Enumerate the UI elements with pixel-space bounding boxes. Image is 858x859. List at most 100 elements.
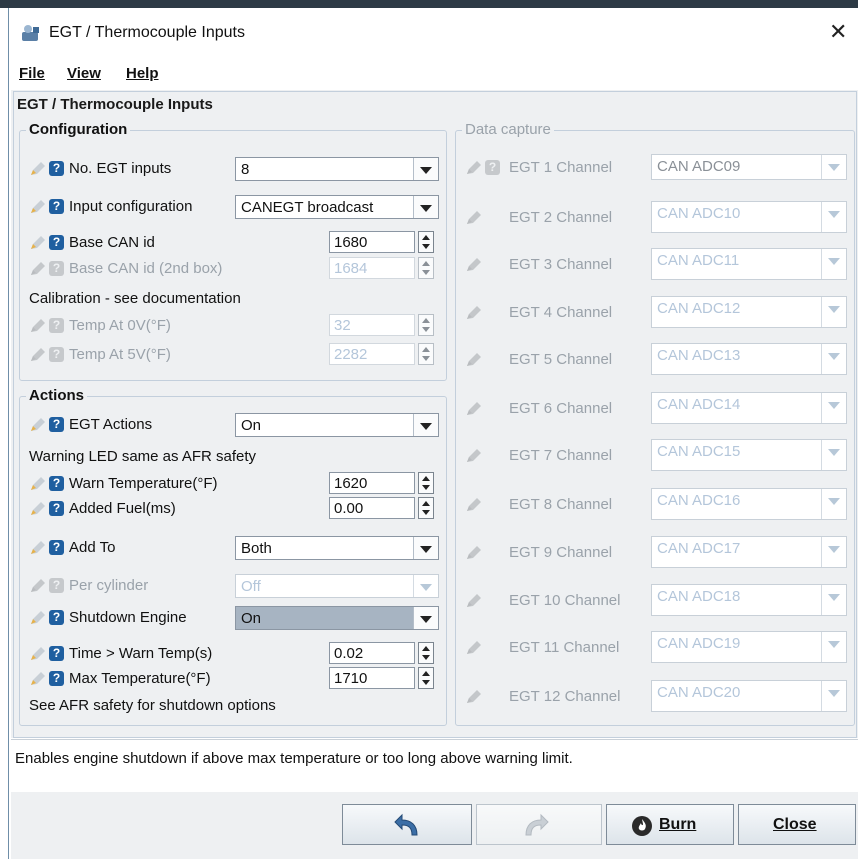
chevron-down-icon [821, 632, 846, 662]
egt-channel-label: EGT 4 Channel [509, 304, 613, 321]
pencil-icon[interactable] [29, 610, 46, 626]
help-icon[interactable]: ? [49, 671, 64, 686]
no-egt-inputs-value: 8 [241, 161, 250, 178]
egt-channel-select: CAN ADC14 [651, 392, 847, 424]
spinner-icon[interactable] [418, 472, 434, 494]
pencil-icon [467, 353, 481, 366]
actions-title: Actions [26, 387, 88, 404]
egt-channel-row: EGT 5 Channel CAN ADC13 [465, 343, 847, 375]
spinner-icon [418, 257, 434, 279]
help-icon[interactable]: ? [49, 199, 64, 214]
egt-channel-label: EGT 6 Channel [509, 400, 613, 417]
help-icon[interactable]: ? [49, 161, 64, 176]
chevron-down-icon [821, 440, 846, 470]
chevron-down-icon[interactable] [413, 537, 438, 559]
menu-file[interactable]: File [19, 65, 45, 82]
menu-view[interactable]: View [67, 65, 101, 82]
spinner-icon[interactable] [418, 642, 434, 664]
burn-label: Burn [659, 816, 697, 833]
per-cylinder-label: Per cylinder [69, 577, 149, 594]
close-button[interactable]: Close [738, 804, 856, 845]
help-icon[interactable]: ? [49, 417, 64, 432]
undo-icon [394, 813, 418, 836]
help-icon[interactable]: ? [49, 235, 64, 250]
base-can-id-2-field: 1684 [329, 257, 434, 279]
max-temperature-field[interactable]: 1710 [329, 667, 434, 689]
pencil-icon[interactable] [29, 417, 46, 433]
burn-button[interactable]: Burn [606, 804, 734, 845]
temp-5v-value: 2282 [334, 346, 368, 363]
pencil-icon [467, 211, 481, 224]
egt-channel-value: CAN ADC17 [657, 540, 741, 557]
pencil-icon [31, 348, 45, 361]
egt-channel-label: EGT 9 Channel [509, 544, 613, 561]
help-icon: ? [49, 261, 64, 276]
pencil-icon [467, 594, 481, 607]
warn-temperature-value: 1620 [334, 475, 368, 492]
pencil-icon[interactable] [29, 540, 46, 556]
close-window-icon[interactable]: ✕ [829, 19, 847, 45]
time-warn-temp-label: Time > Warn Temp(s) [69, 645, 213, 662]
pencil-icon [467, 402, 481, 415]
egt-channel-label: EGT 11 Channel [509, 639, 620, 656]
help-icon[interactable]: ? [49, 501, 64, 516]
added-fuel-field[interactable]: 0.00 [329, 497, 434, 519]
help-icon: ? [49, 347, 64, 362]
chevron-down-icon[interactable] [413, 414, 438, 436]
egt-channel-row: EGT 9 Channel CAN ADC17 [465, 536, 847, 568]
menu-help[interactable]: Help [126, 65, 159, 82]
pencil-icon [467, 306, 481, 319]
spinner-icon[interactable] [418, 231, 434, 253]
spinner-icon[interactable] [418, 497, 434, 519]
per-cylinder-select: Off [235, 574, 439, 598]
chevron-down-icon[interactable] [413, 607, 438, 629]
egt-channel-select: CAN ADC12 [651, 296, 847, 328]
status-bar: Enables engine shutdown if above max tem… [11, 739, 858, 793]
add-to-value: Both [241, 540, 272, 557]
help-icon[interactable]: ? [49, 540, 64, 555]
egt-channel-label: EGT 12 Channel [509, 688, 621, 705]
menu-label: View [67, 65, 101, 82]
egt-channel-value: CAN ADC13 [657, 347, 741, 364]
base-can-id-2-label: Base CAN id (2nd box) [69, 260, 223, 277]
egt-channel-row: EGT 12 Channel CAN ADC20 [465, 680, 847, 712]
pencil-icon [467, 690, 481, 703]
pencil-icon[interactable] [29, 235, 46, 251]
input-configuration-label: Input configuration [69, 198, 193, 215]
chevron-down-icon[interactable] [413, 196, 438, 218]
shutdown-engine-select[interactable]: On [235, 606, 439, 630]
warn-temperature-field[interactable]: 1620 [329, 472, 434, 494]
help-icon: ? [485, 160, 500, 175]
egt-channel-value: CAN ADC12 [657, 300, 741, 317]
pencil-icon[interactable] [29, 671, 46, 687]
pencil-icon [467, 161, 481, 174]
egt-actions-value: On [241, 417, 262, 434]
pencil-icon [467, 546, 481, 559]
help-icon: ? [49, 318, 64, 333]
input-configuration-select[interactable]: CANEGT broadcast [235, 195, 439, 219]
pencil-icon [467, 641, 481, 654]
pencil-icon[interactable] [29, 646, 46, 662]
calibration-note: Calibration - see documentation [29, 290, 241, 307]
spinner-icon[interactable] [418, 667, 434, 689]
burn-icon [632, 816, 652, 836]
pencil-icon[interactable] [29, 161, 46, 177]
egt-channel-value: CAN ADC20 [657, 684, 741, 701]
chevron-down-icon[interactable] [413, 158, 438, 180]
undo-button[interactable] [342, 804, 472, 845]
time-warn-temp-field[interactable]: 0.02 [329, 642, 434, 664]
egt-actions-select[interactable]: On [235, 413, 439, 437]
help-icon[interactable]: ? [49, 610, 64, 625]
egt-channel-value: CAN ADC11 [657, 252, 740, 269]
help-icon[interactable]: ? [49, 476, 64, 491]
help-icon[interactable]: ? [49, 646, 64, 661]
pencil-icon[interactable] [29, 501, 46, 517]
pencil-icon [467, 258, 481, 271]
title-bar: EGT / Thermocouple Inputs ✕ [9, 8, 858, 55]
base-can-id-field[interactable]: 1680 [329, 231, 434, 253]
no-egt-inputs-select[interactable]: 8 [235, 157, 439, 181]
pencil-icon[interactable] [29, 199, 46, 215]
add-to-select[interactable]: Both [235, 536, 439, 560]
menu-label: Help [126, 65, 159, 82]
pencil-icon[interactable] [29, 476, 46, 492]
